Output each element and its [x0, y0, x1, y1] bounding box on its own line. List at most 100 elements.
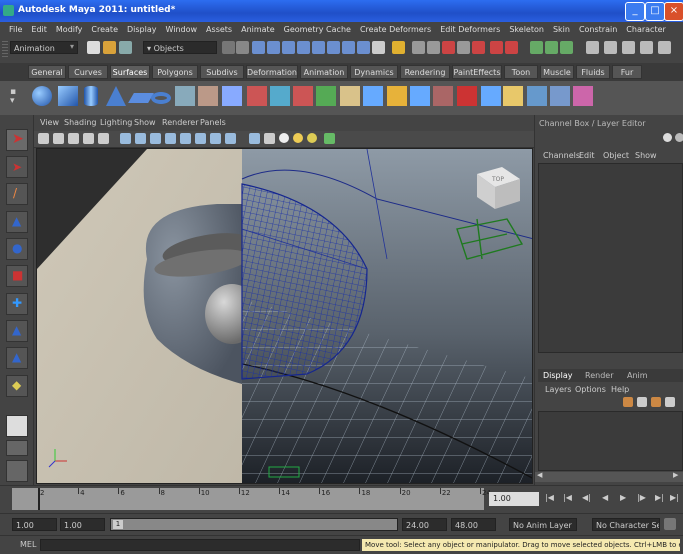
snap-point-icon[interactable]	[442, 41, 455, 54]
textured-icon[interactable]	[165, 133, 176, 144]
new-scene-icon[interactable]	[87, 41, 100, 54]
move-tool-icon[interactable]: ▲	[6, 211, 28, 233]
nurbs-sphere-icon[interactable]	[32, 86, 52, 106]
command-input[interactable]	[40, 539, 360, 551]
layer-menu-options[interactable]: Options	[575, 385, 606, 394]
isolate-select-icon[interactable]	[195, 133, 206, 144]
select-by-curve-icon[interactable]	[282, 41, 295, 54]
viewport-menu-shading[interactable]: Shading	[64, 118, 97, 127]
menu-edit-deformers[interactable]: Edit Deformers	[440, 22, 500, 37]
selection-mask-select[interactable]: ▾ Objects	[143, 41, 217, 54]
boundary-icon[interactable]	[316, 86, 336, 106]
revolve-icon[interactable]	[198, 86, 218, 106]
hierarchy-mode-icon[interactable]	[222, 41, 235, 54]
shelf-tab-fluids[interactable]: Fluids	[576, 65, 610, 79]
render-current-icon[interactable]	[545, 41, 558, 54]
shelf-tab-subdivs[interactable]: Subdivs	[200, 65, 244, 79]
time-slider-cursor[interactable]	[38, 488, 40, 510]
show-hide-tool-settings-icon[interactable]	[622, 41, 635, 54]
shelf-tab-general[interactable]: General	[28, 65, 66, 79]
nurbs-circle-icon[interactable]	[175, 86, 195, 106]
viewport-scene[interactable]: TOP	[37, 149, 533, 484]
time-slider-bar[interactable]: 2 4 6 8 10 12 14 16 18 20 22 24	[12, 488, 491, 510]
make-live-icon[interactable]	[472, 41, 485, 54]
project-curve-icon[interactable]	[387, 86, 407, 106]
lock-selection-icon[interactable]	[392, 41, 405, 54]
bevel-icon[interactable]	[363, 86, 383, 106]
channel-box-options-icon[interactable]	[675, 133, 683, 142]
select-by-render-icon[interactable]	[342, 41, 355, 54]
new-layer-selected-icon[interactable]	[637, 397, 647, 407]
channel-menu-object[interactable]: Object	[603, 151, 629, 160]
viewport-menu-show[interactable]: Show	[134, 118, 156, 127]
intersect-surfaces-icon[interactable]	[410, 86, 430, 106]
detach-surfaces-icon[interactable]	[503, 86, 523, 106]
four-view-layout-icon[interactable]	[6, 440, 28, 456]
shelf-tab-dynamics[interactable]: Dynamics	[350, 65, 398, 79]
menu-create[interactable]: Create	[91, 22, 118, 37]
planar-icon[interactable]	[247, 86, 267, 106]
scroll-right-icon[interactable]: ▶	[673, 471, 678, 479]
attach-surfaces-icon[interactable]	[481, 86, 501, 106]
menu-window[interactable]: Window	[166, 22, 198, 37]
shelf-tab-painteffects[interactable]: PaintEffects	[452, 65, 502, 79]
screen-space-ao-icon[interactable]	[324, 133, 335, 144]
scroll-left-icon[interactable]: ◀	[537, 471, 542, 479]
nurbs-torus-icon[interactable]	[151, 92, 171, 104]
layer-tab-render[interactable]: Render	[585, 371, 613, 380]
layer-scrollbar[interactable]: ◀ ▶	[535, 471, 683, 482]
save-scene-icon[interactable]	[119, 41, 132, 54]
lasso-tool-icon[interactable]: ➤	[6, 156, 28, 178]
snap-view-plane-icon[interactable]	[457, 41, 470, 54]
animation-preferences-icon[interactable]	[664, 518, 676, 530]
viewport-menu-panels[interactable]: Panels	[200, 118, 226, 127]
select-by-deformer-icon[interactable]	[312, 41, 325, 54]
insert-isoparms-icon[interactable]	[573, 86, 593, 106]
shelf-tab-fur[interactable]: Fur	[612, 65, 642, 79]
range-slider-handle[interactable]: 1	[113, 520, 123, 529]
layer-menu-layers[interactable]: Layers	[545, 385, 571, 394]
start-time-field[interactable]: 1.00	[12, 518, 57, 531]
layer-move-up-icon[interactable]	[651, 397, 661, 407]
viewport-3d[interactable]: TOP	[36, 148, 533, 484]
all-lights-icon[interactable]	[279, 133, 289, 143]
menu-animate[interactable]: Animate	[241, 22, 275, 37]
shelf-tab-deformation[interactable]: Deformation	[246, 65, 298, 79]
construction-history-icon[interactable]	[505, 41, 518, 54]
wireframe-icon[interactable]	[120, 133, 131, 144]
select-tool-icon[interactable]: ➤	[6, 129, 28, 151]
shelf-tab-polygons[interactable]: Polygons	[152, 65, 198, 79]
range-slider-track[interactable]: 1	[110, 518, 398, 531]
step-forward-key-icon[interactable]: ▶|	[655, 493, 664, 502]
shelf-tab-toon[interactable]: Toon	[504, 65, 538, 79]
channel-menu-show[interactable]: Show	[635, 151, 657, 160]
new-layer-icon[interactable]	[623, 397, 633, 407]
shelf-menu-icon[interactable]: ▪ ▾	[10, 88, 24, 108]
select-by-surface-icon[interactable]	[297, 41, 310, 54]
loft-icon[interactable]	[222, 86, 242, 106]
high-quality-icon[interactable]	[210, 133, 221, 144]
layer-list[interactable]	[538, 411, 683, 471]
play-backwards-icon[interactable]: ◀	[602, 493, 608, 502]
soft-modification-tool-icon[interactable]: ▲	[6, 320, 28, 342]
selected-lights-icon[interactable]	[293, 133, 303, 143]
outliner-layout-icon[interactable]	[6, 460, 28, 482]
paint-select-tool-icon[interactable]: /	[6, 183, 28, 205]
maximize-icon[interactable]: □	[645, 2, 665, 21]
select-by-joint-icon[interactable]	[267, 41, 280, 54]
menu-assets[interactable]: Assets	[206, 22, 232, 37]
menu-modify[interactable]: Modify	[56, 22, 83, 37]
render-view-icon[interactable]	[530, 41, 543, 54]
viewport-menu-view[interactable]: View	[40, 118, 59, 127]
select-camera-icon[interactable]	[38, 133, 49, 144]
align-surfaces-icon[interactable]	[527, 86, 547, 106]
scale-tool-icon[interactable]: ■	[6, 265, 28, 287]
close-icon[interactable]: ×	[664, 2, 683, 21]
end-time-field[interactable]: 48.00	[451, 518, 496, 531]
channel-box-toggle-icon[interactable]	[663, 133, 672, 142]
viewport-menu-lighting[interactable]: Lighting	[100, 118, 132, 127]
shadows-icon[interactable]	[307, 133, 317, 143]
step-back-frame-icon[interactable]: ◀|	[582, 493, 591, 502]
wireframe-on-shaded-icon[interactable]	[150, 133, 161, 144]
snap-curve-icon[interactable]	[427, 41, 440, 54]
